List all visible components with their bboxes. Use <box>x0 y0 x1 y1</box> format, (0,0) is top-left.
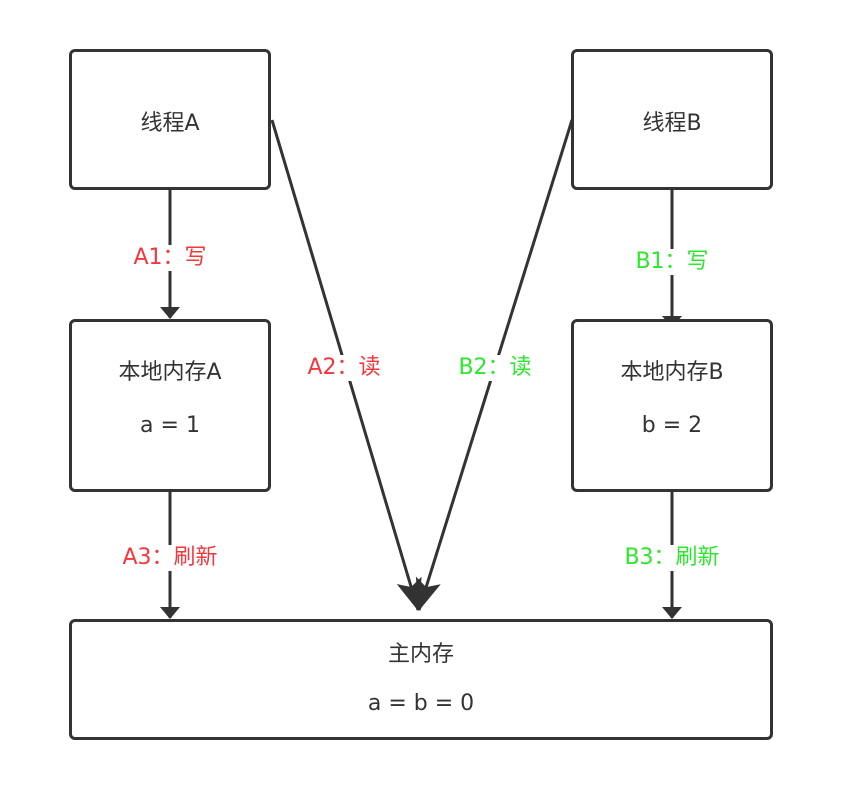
edge-label-a1: A1：写 <box>131 245 209 271</box>
edge-label-b2: B2：读 <box>456 355 534 381</box>
local-memory-b-value: b = 2 <box>641 413 703 438</box>
local-memory-a-box: 本地内存A a = 1 <box>69 319 271 492</box>
edge-label-a2: A2：读 <box>305 355 383 381</box>
local-memory-a-title: 本地内存A <box>118 360 222 385</box>
edge-label-b3: B3：刷新 <box>622 545 722 571</box>
local-memory-b-box: 本地内存B b = 2 <box>571 319 773 492</box>
thread-a-box: 线程A <box>69 49 271 190</box>
main-memory-box: 主内存 a = b = 0 <box>69 619 773 740</box>
memory-model-diagram: 线程A 线程B 本地内存A a = 1 本地内存B b = 2 主内存 a = … <box>0 0 842 789</box>
main-memory-title: 主内存 <box>387 642 454 667</box>
main-memory-value: a = b = 0 <box>367 691 475 716</box>
thread-b-box: 线程B <box>571 49 773 190</box>
local-memory-a-value: a = 1 <box>140 413 200 438</box>
edge-label-a3: A3：刷新 <box>120 545 220 571</box>
edge-label-b1: B1：写 <box>633 249 711 275</box>
thread-a-title: 线程A <box>140 111 200 136</box>
thread-b-title: 线程B <box>642 111 702 136</box>
local-memory-b-title: 本地内存B <box>620 360 724 385</box>
